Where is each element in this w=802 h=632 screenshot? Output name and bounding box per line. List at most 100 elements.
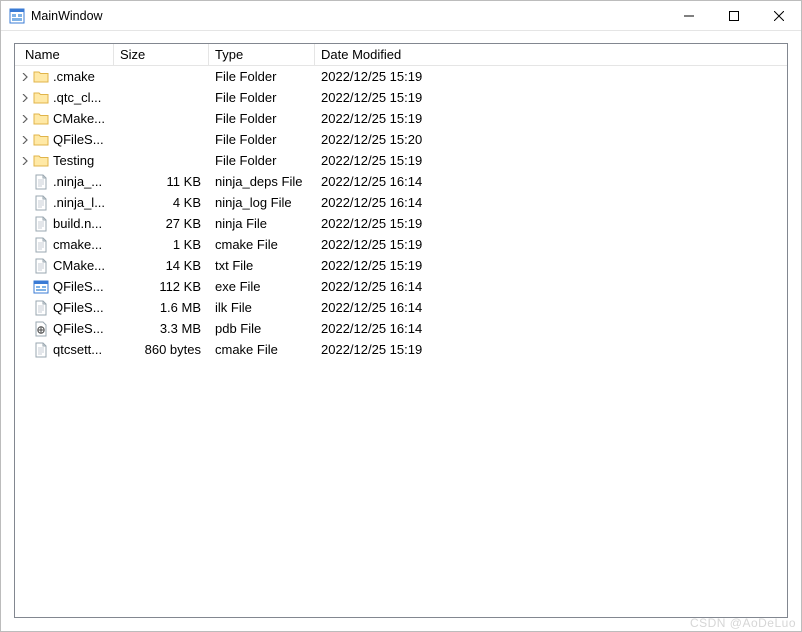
folder-icon [33, 90, 49, 106]
table-row[interactable]: CMake... 14 KBtxt File2022/12/25 15:19 [15, 255, 787, 276]
expand-chevron-icon [17, 279, 33, 295]
table-row[interactable]: .cmakeFile Folder2022/12/25 15:19 [15, 66, 787, 87]
close-button[interactable] [756, 1, 801, 31]
file-icon [33, 174, 49, 190]
file-type: File Folder [209, 69, 315, 84]
file-size: 11 KB [114, 174, 209, 189]
header-type[interactable]: Type [209, 44, 315, 66]
table-row[interactable]: .qtc_cl...File Folder2022/12/25 15:19 [15, 87, 787, 108]
file-size: 4 KB [114, 195, 209, 210]
folder-icon [33, 111, 49, 127]
folder-icon [33, 69, 49, 85]
table-row[interactable]: qtcsett... 860 bytescmake File2022/12/25 … [15, 339, 787, 360]
file-size: 860 bytes [114, 342, 209, 357]
expand-chevron-icon[interactable] [17, 90, 33, 106]
file-name: cmake... [53, 237, 108, 252]
minimize-icon [684, 11, 694, 21]
table-row[interactable]: .ninja_... 11 KBninja_deps File2022/12/25… [15, 171, 787, 192]
file-type: ninja File [209, 216, 315, 231]
file-type: ninja_log File [209, 195, 315, 210]
file-name: QFileS... [53, 300, 108, 315]
close-icon [774, 11, 784, 21]
file-date: 2022/12/25 15:19 [315, 216, 787, 231]
file-size: 14 KB [114, 258, 209, 273]
main-window: MainWindow Name Size Type Date Modified [0, 0, 802, 632]
file-type: pdb File [209, 321, 315, 336]
folder-icon [33, 153, 49, 169]
column-header[interactable]: Name Size Type Date Modified [15, 44, 787, 66]
file-date: 2022/12/25 15:19 [315, 342, 787, 357]
file-rows: .cmakeFile Folder2022/12/25 15:19.qtc_cl… [15, 66, 787, 360]
file-name: QFileS... [53, 321, 108, 336]
expand-chevron-icon[interactable] [17, 111, 33, 127]
file-type: File Folder [209, 111, 315, 126]
table-row[interactable]: QFileS... 1.6 MBilk File2022/12/25 16:14 [15, 297, 787, 318]
table-row[interactable]: QFileS...112 KBexe File2022/12/25 16:14 [15, 276, 787, 297]
file-date: 2022/12/25 15:19 [315, 90, 787, 105]
file-name: build.n... [53, 216, 108, 231]
expand-chevron-icon [17, 300, 33, 316]
file-name: qtcsett... [53, 342, 108, 357]
expand-chevron-icon [17, 174, 33, 190]
table-row[interactable]: CMake... File Folder2022/12/25 15:19 [15, 108, 787, 129]
file-size: 3.3 MB [114, 321, 209, 336]
file-icon [33, 237, 49, 253]
maximize-button[interactable] [711, 1, 756, 31]
expand-chevron-icon[interactable] [17, 153, 33, 169]
expand-chevron-icon[interactable] [17, 132, 33, 148]
file-type: cmake File [209, 342, 315, 357]
file-icon [33, 195, 49, 211]
file-tree-view[interactable]: Name Size Type Date Modified .cmakeFile … [14, 43, 788, 618]
file-date: 2022/12/25 16:14 [315, 300, 787, 315]
minimize-button[interactable] [666, 1, 711, 31]
file-type: ilk File [209, 300, 315, 315]
file-name: CMake... [53, 258, 108, 273]
title-bar[interactable]: MainWindow [1, 1, 801, 31]
header-date[interactable]: Date Modified [315, 44, 787, 66]
header-name[interactable]: Name [15, 44, 114, 66]
maximize-icon [729, 11, 739, 21]
header-size[interactable]: Size [114, 44, 209, 66]
file-name: .ninja_l... [53, 195, 108, 210]
file-type: File Folder [209, 153, 315, 168]
file-date: 2022/12/25 15:19 [315, 111, 787, 126]
file-date: 2022/12/25 16:14 [315, 321, 787, 336]
file-icon [33, 216, 49, 232]
file-type: File Folder [209, 90, 315, 105]
file-date: 2022/12/25 15:19 [315, 258, 787, 273]
file-date: 2022/12/25 15:20 [315, 132, 787, 147]
file-date: 2022/12/25 16:14 [315, 195, 787, 210]
expand-chevron-icon [17, 321, 33, 337]
table-row[interactable]: QFileS... 3.3 MBpdb File2022/12/25 16:14 [15, 318, 787, 339]
client-area: Name Size Type Date Modified .cmakeFile … [1, 31, 801, 631]
expand-chevron-icon [17, 258, 33, 274]
expand-chevron-icon [17, 237, 33, 253]
file-date: 2022/12/25 16:14 [315, 174, 787, 189]
table-row[interactable]: TestingFile Folder2022/12/25 15:19 [15, 150, 787, 171]
table-row[interactable]: QFileS...File Folder2022/12/25 15:20 [15, 129, 787, 150]
file-date: 2022/12/25 16:14 [315, 279, 787, 294]
file-icon [33, 258, 49, 274]
file-name: Testing [53, 153, 108, 168]
file-date: 2022/12/25 15:19 [315, 237, 787, 252]
file-type: txt File [209, 258, 315, 273]
exe-icon [33, 279, 49, 295]
expand-chevron-icon[interactable] [17, 69, 33, 85]
table-row[interactable]: build.n...27 KBninja File2022/12/25 15:1… [15, 213, 787, 234]
folder-icon [33, 132, 49, 148]
file-type: cmake File [209, 237, 315, 252]
table-row[interactable]: cmake...1 KBcmake File2022/12/25 15:19 [15, 234, 787, 255]
app-icon [9, 8, 25, 24]
file-name: CMake... [53, 111, 108, 126]
file-name: .ninja_... [53, 174, 108, 189]
pdb-icon [33, 321, 49, 337]
file-name: QFileS... [53, 279, 108, 294]
file-type: ninja_deps File [209, 174, 315, 189]
expand-chevron-icon [17, 342, 33, 358]
file-size: 1.6 MB [114, 300, 209, 315]
file-icon [33, 300, 49, 316]
file-date: 2022/12/25 15:19 [315, 69, 787, 84]
file-size: 112 KB [114, 279, 209, 294]
file-type: File Folder [209, 132, 315, 147]
table-row[interactable]: .ninja_l... 4 KBninja_log File2022/12/25 … [15, 192, 787, 213]
